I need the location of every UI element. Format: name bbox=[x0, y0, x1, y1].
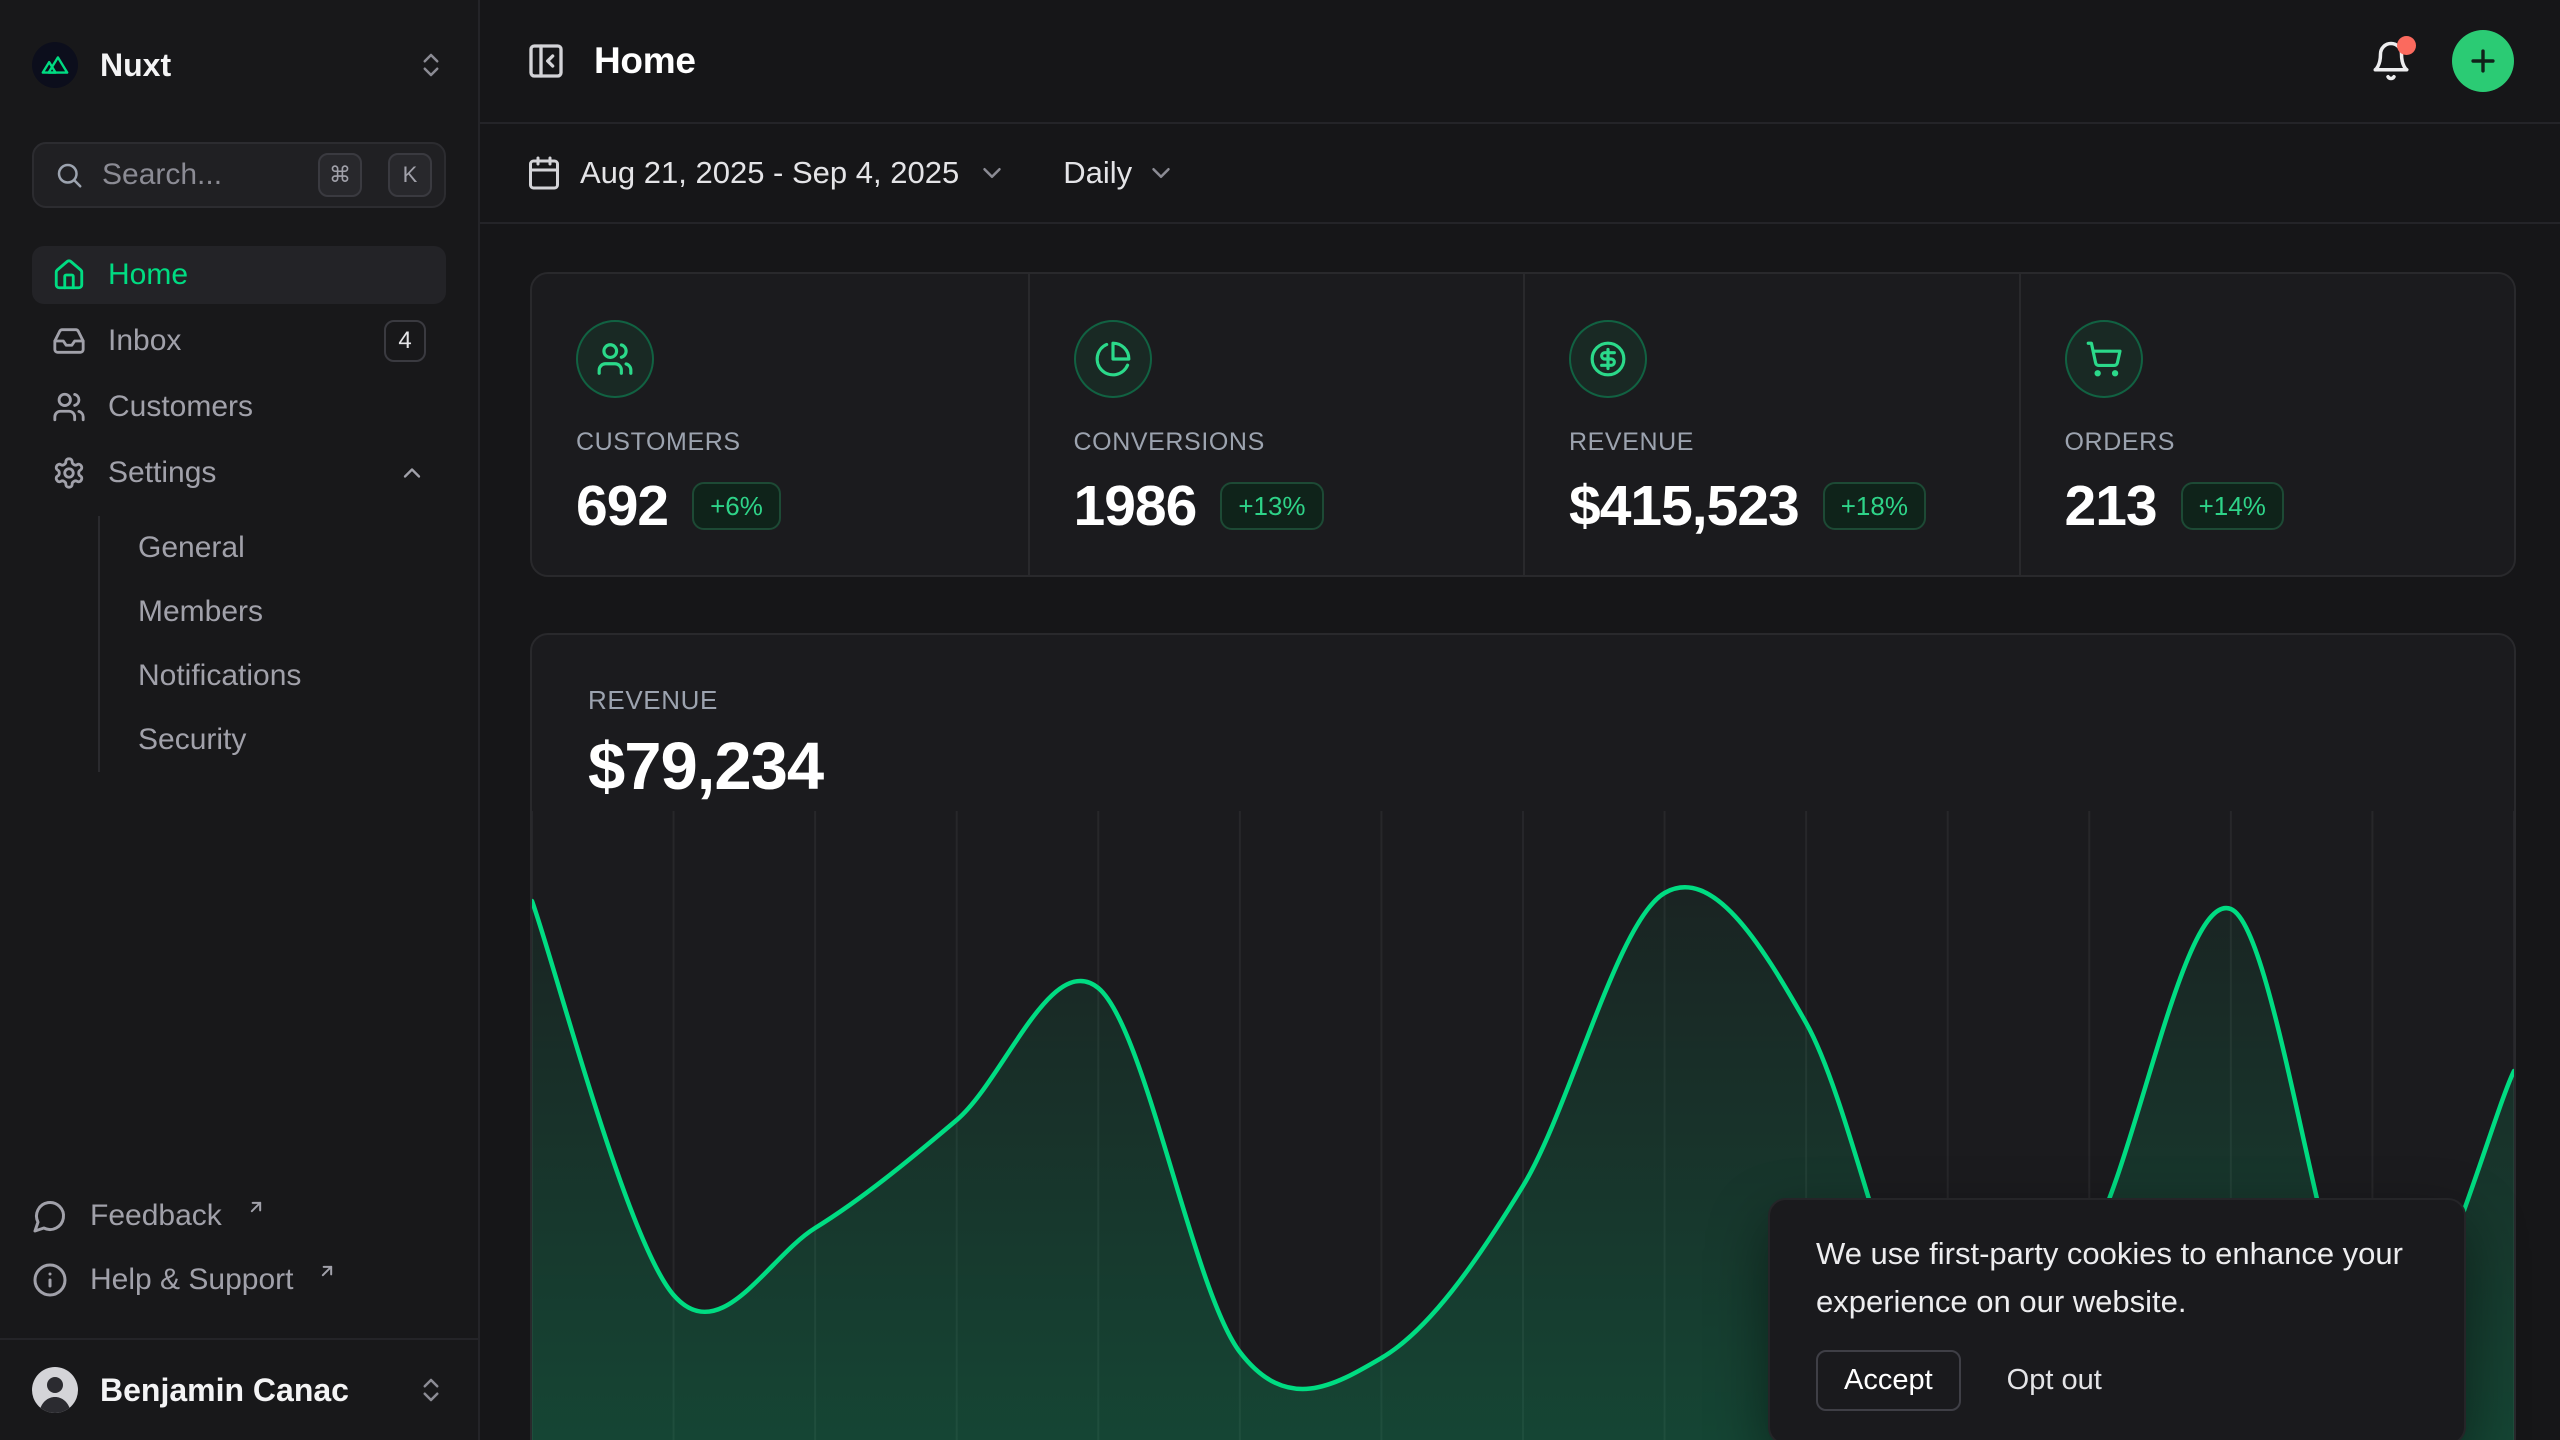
chat-bubble-icon bbox=[32, 1198, 68, 1234]
stat-card-revenue: REVENUE $415,523 +18% bbox=[1523, 274, 2019, 575]
interval-value: Daily bbox=[1063, 155, 1132, 191]
stat-value: 1986 bbox=[1074, 473, 1197, 539]
sidebar-subitem-members[interactable]: Members bbox=[138, 580, 446, 644]
interval-select[interactable]: Daily bbox=[1063, 155, 1176, 191]
stat-value: 213 bbox=[2065, 473, 2157, 539]
sidebar-item-label: Home bbox=[108, 258, 188, 292]
stat-label: CUSTOMERS bbox=[576, 428, 984, 457]
sidebar-footer: Feedback Help & Support bbox=[0, 1184, 478, 1338]
accept-button[interactable]: Accept bbox=[1816, 1350, 1961, 1411]
sidebar: Nuxt ⌘ K Home bbox=[0, 0, 480, 1440]
external-link-icon bbox=[246, 1197, 266, 1217]
sidebar-item-label: Settings bbox=[108, 456, 216, 490]
sidebar-item-label: Customers bbox=[108, 390, 253, 424]
chevron-up-icon bbox=[398, 459, 426, 487]
feedback-label: Feedback bbox=[90, 1199, 222, 1233]
calendar-icon bbox=[526, 155, 562, 191]
workspace-name: Nuxt bbox=[100, 47, 171, 84]
opt-out-button[interactable]: Opt out bbox=[2007, 1364, 2102, 1397]
sidebar-spacer bbox=[0, 772, 478, 1184]
page-title: Home bbox=[594, 40, 696, 82]
add-button[interactable] bbox=[2452, 30, 2514, 92]
stat-delta-badge: +18% bbox=[1823, 482, 1926, 530]
info-circle-icon bbox=[32, 1262, 68, 1298]
stat-delta-badge: +6% bbox=[692, 482, 781, 530]
chevrons-up-down-icon bbox=[416, 1375, 446, 1405]
inbox-icon bbox=[52, 324, 86, 358]
stat-value: $415,523 bbox=[1569, 473, 1799, 539]
cookie-message: We use first-party cookies to enhance yo… bbox=[1816, 1230, 2418, 1326]
stat-card-conversions: CONVERSIONS 1986 +13% bbox=[1028, 274, 1524, 575]
gear-icon bbox=[52, 456, 86, 490]
users-icon bbox=[52, 390, 86, 424]
help-support-label: Help & Support bbox=[90, 1263, 293, 1297]
search-input-wrap[interactable]: ⌘ K bbox=[32, 142, 446, 208]
revenue-chart-value: $79,234 bbox=[588, 728, 2458, 805]
cart-icon bbox=[2065, 320, 2143, 398]
chevron-down-icon bbox=[1146, 158, 1176, 188]
external-link-icon bbox=[317, 1261, 337, 1281]
sidebar-subitem-general[interactable]: General bbox=[138, 516, 446, 580]
inbox-count-badge: 4 bbox=[384, 320, 426, 362]
sidebar-toggle-icon[interactable] bbox=[526, 41, 566, 81]
help-support-link[interactable]: Help & Support bbox=[32, 1248, 446, 1312]
kbd-meta: ⌘ bbox=[318, 153, 362, 197]
search-input[interactable] bbox=[102, 158, 300, 192]
sidebar-user-section: Benjamin Canac bbox=[0, 1338, 478, 1440]
sidebar-subitem-notifications[interactable]: Notifications bbox=[138, 644, 446, 708]
settings-subnav: General Members Notifications Security bbox=[98, 516, 446, 772]
notification-dot bbox=[2397, 36, 2416, 55]
stat-card-customers: CUSTOMERS 692 +6% bbox=[532, 274, 1028, 575]
sidebar-item-inbox[interactable]: Inbox 4 bbox=[32, 312, 446, 370]
stat-delta-badge: +13% bbox=[1220, 482, 1323, 530]
stat-label: ORDERS bbox=[2065, 428, 2471, 457]
chevrons-up-down-icon bbox=[416, 50, 446, 80]
stat-label: CONVERSIONS bbox=[1074, 428, 1480, 457]
user-menu[interactable]: Benjamin Canac bbox=[32, 1354, 446, 1426]
stat-delta-badge: +14% bbox=[2181, 482, 2284, 530]
home-icon bbox=[52, 258, 86, 292]
sidebar-subitem-security[interactable]: Security bbox=[138, 708, 446, 772]
workspace-switcher[interactable]: Nuxt bbox=[32, 30, 446, 100]
dollar-circle-icon bbox=[1569, 320, 1647, 398]
filters-toolbar: Aug 21, 2025 - Sep 4, 2025 Daily bbox=[480, 124, 2560, 224]
avatar bbox=[32, 1367, 78, 1413]
nuxt-logo-icon bbox=[32, 42, 78, 88]
feedback-link[interactable]: Feedback bbox=[32, 1184, 446, 1248]
sidebar-item-customers[interactable]: Customers bbox=[32, 378, 446, 436]
stat-card-orders: ORDERS 213 +14% bbox=[2019, 274, 2515, 575]
revenue-chart-header: REVENUE $79,234 bbox=[532, 635, 2514, 805]
stat-value: 692 bbox=[576, 473, 668, 539]
notifications-button[interactable] bbox=[2370, 40, 2412, 82]
stats-row: CUSTOMERS 692 +6% CONVERSIONS 1986 +13% bbox=[530, 272, 2516, 577]
search-icon bbox=[54, 160, 84, 190]
cookie-actions: Accept Opt out bbox=[1816, 1350, 2418, 1411]
sidebar-item-label: Inbox bbox=[108, 324, 181, 358]
date-range-value: Aug 21, 2025 - Sep 4, 2025 bbox=[580, 155, 959, 191]
cookie-banner: We use first-party cookies to enhance yo… bbox=[1768, 1198, 2466, 1440]
user-name: Benjamin Canac bbox=[100, 1372, 349, 1409]
header-actions bbox=[2370, 30, 2514, 92]
sidebar-top: Nuxt ⌘ K bbox=[0, 0, 478, 208]
page-header: Home bbox=[480, 0, 2560, 124]
date-range-picker[interactable]: Aug 21, 2025 - Sep 4, 2025 bbox=[526, 155, 1007, 191]
stat-label: REVENUE bbox=[1569, 428, 1975, 457]
sidebar-item-settings[interactable]: Settings bbox=[32, 444, 446, 502]
sidebar-item-home[interactable]: Home bbox=[32, 246, 446, 304]
chevron-down-icon bbox=[977, 158, 1007, 188]
plus-icon bbox=[2466, 44, 2500, 78]
pie-chart-icon bbox=[1074, 320, 1152, 398]
sidebar-nav: Home Inbox 4 Customers Settings bbox=[0, 246, 478, 772]
kbd-k: K bbox=[388, 153, 432, 197]
users-icon bbox=[576, 320, 654, 398]
revenue-chart-label: REVENUE bbox=[588, 685, 2458, 716]
